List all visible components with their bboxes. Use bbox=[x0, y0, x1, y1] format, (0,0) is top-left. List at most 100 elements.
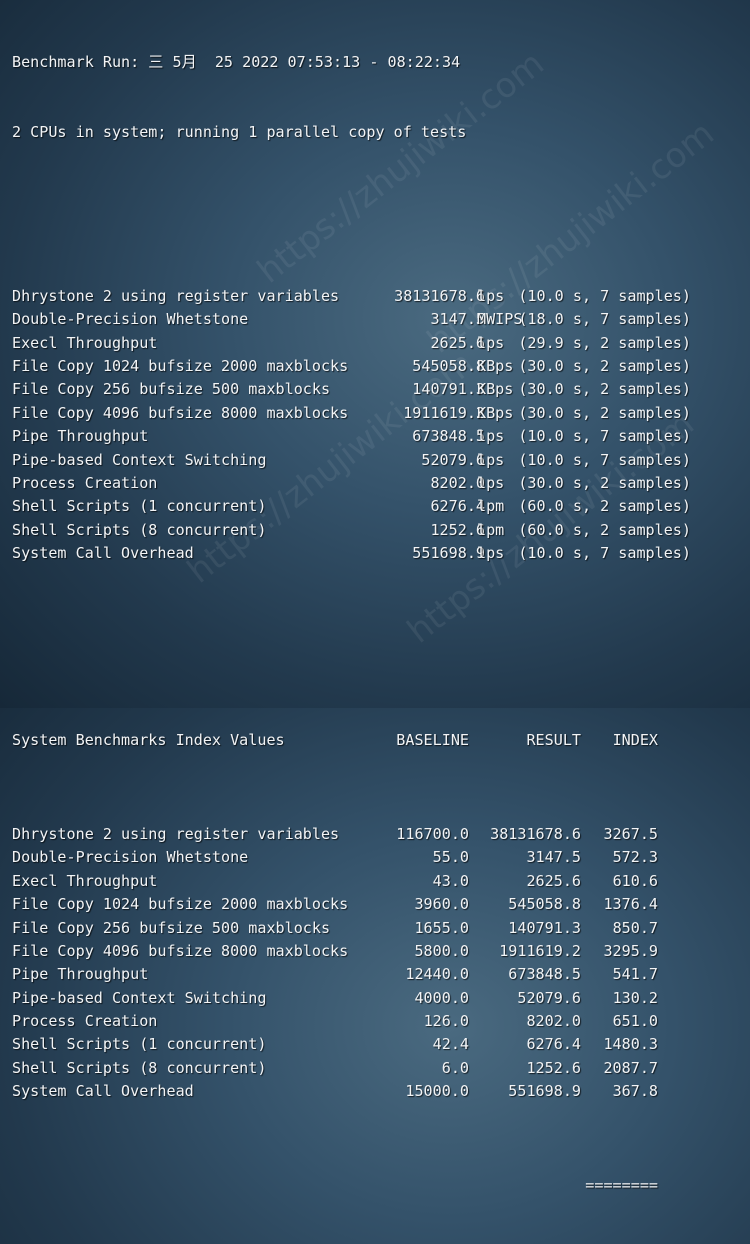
index-test-name: Execl Throughput bbox=[12, 871, 158, 890]
result-row: Shell Scripts (8 concurrent) 1252.6 lpm (60… bbox=[12, 519, 742, 542]
index-test-name: File Copy 4096 bufsize 8000 maxblocks bbox=[12, 941, 349, 960]
index-baseline: 3960.0 bbox=[414, 895, 469, 914]
result-timing: (60.0 s, 2 samples) bbox=[518, 520, 691, 539]
index-test-name: Pipe Throughput bbox=[12, 965, 149, 984]
result-timing: (30.0 s, 2 samples) bbox=[518, 403, 691, 422]
result-test-name: Pipe Throughput bbox=[12, 427, 149, 446]
result-unit: lps bbox=[477, 286, 505, 305]
index-baseline: 4000.0 bbox=[414, 988, 469, 1007]
result-test-name: System Call Overhead bbox=[12, 544, 194, 563]
index-row: Shell Scripts (1 concurrent) 42.4 6276.4 14… bbox=[12, 1033, 742, 1056]
index-baseline: 15000.0 bbox=[405, 1082, 469, 1101]
result-timing: (29.9 s, 2 samples) bbox=[518, 333, 691, 352]
index-header-row: System Benchmarks Index Values BASELINE … bbox=[12, 729, 742, 752]
index-row: File Copy 4096 bufsize 8000 maxblocks 580… bbox=[12, 940, 742, 963]
index-value: 1376.4 bbox=[603, 895, 658, 914]
result-test-name: File Copy 1024 bufsize 2000 maxblocks bbox=[12, 357, 349, 375]
index-baseline: 1655.0 bbox=[414, 918, 469, 937]
cpu-info-line: 2 CPUs in system; running 1 parallel cop… bbox=[12, 123, 467, 142]
index-baseline: 42.4 bbox=[432, 1035, 469, 1054]
index-result: 2625.6 bbox=[526, 871, 581, 890]
index-result: 38131678.6 bbox=[490, 824, 581, 843]
result-unit: KBps bbox=[477, 357, 514, 375]
index-value: 130.2 bbox=[612, 988, 658, 1007]
result-timing: (60.0 s, 2 samples) bbox=[518, 497, 691, 516]
index-value: 3267.5 bbox=[603, 824, 658, 843]
result-timing: (30.0 s, 2 samples) bbox=[518, 473, 691, 492]
result-unit: MWIPS bbox=[477, 310, 523, 329]
result-test-name: File Copy 4096 bufsize 8000 maxblocks bbox=[12, 403, 349, 422]
result-test-name: Execl Throughput bbox=[12, 333, 158, 352]
index-value: 2087.7 bbox=[603, 1058, 658, 1077]
index-value: 572.3 bbox=[612, 848, 658, 867]
terminal-output[interactable]: Benchmark Run: 三 5月 25 2022 07:53:13 - 0… bbox=[12, 4, 742, 1194]
result-value: 551698.9 bbox=[412, 544, 485, 563]
index-row: File Copy 256 bufsize 500 maxblocks 1655.… bbox=[12, 917, 742, 940]
index-result: 673848.5 bbox=[508, 965, 581, 984]
index-row: File Copy 1024 bufsize 2000 maxblocks 396… bbox=[12, 893, 742, 916]
result-row: Execl Throughput 2625.6 lps (29.9 s, 2 samp… bbox=[12, 332, 742, 355]
index-result: 140791.3 bbox=[508, 918, 581, 937]
result-unit: KBps bbox=[477, 380, 514, 399]
index-test-name: File Copy 256 bufsize 500 maxblocks bbox=[12, 918, 331, 937]
index-baseline: 126.0 bbox=[423, 1012, 469, 1031]
index-row: Shell Scripts (8 concurrent) 6.0 1252.6 208… bbox=[12, 1057, 742, 1080]
index-row: Pipe-based Context Switching 4000.0 52079.… bbox=[12, 987, 742, 1010]
index-row: Execl Throughput 43.0 2625.6 610.6 bbox=[12, 870, 742, 893]
index-result: 1252.6 bbox=[526, 1058, 581, 1077]
result-unit: lps bbox=[477, 544, 505, 563]
result-unit: lps bbox=[477, 450, 505, 469]
index-value: 541.7 bbox=[612, 965, 658, 984]
index-table-block: Dhrystone 2 using register variables 1167… bbox=[12, 823, 742, 1104]
index-test-name: Pipe-based Context Switching bbox=[12, 988, 267, 1007]
result-timing: (10.0 s, 7 samples) bbox=[518, 427, 691, 446]
result-test-name: File Copy 256 bufsize 500 maxblocks bbox=[12, 380, 331, 399]
index-separator: ======== bbox=[585, 1175, 658, 1194]
index-table-title: System Benchmarks Index Values bbox=[12, 731, 285, 750]
index-result: 545058.8 bbox=[508, 895, 581, 914]
index-result: 551698.9 bbox=[508, 1082, 581, 1101]
index-row: Pipe Throughput 12440.0 673848.5 541.7 bbox=[12, 963, 742, 986]
result-value: 673848.5 bbox=[412, 427, 485, 446]
result-unit: lpm bbox=[477, 520, 505, 539]
index-test-name: Shell Scripts (8 concurrent) bbox=[12, 1058, 267, 1077]
result-unit: lps bbox=[477, 473, 505, 492]
result-column-header: RESULT bbox=[526, 731, 581, 750]
index-baseline: 116700.0 bbox=[396, 824, 469, 843]
result-row: Process Creation 8202.0 lps (30.0 s, 2 samp… bbox=[12, 472, 742, 495]
result-test-name: Shell Scripts (8 concurrent) bbox=[12, 520, 267, 539]
benchmark-run-line: Benchmark Run: 三 5月 25 2022 07:53:13 - 0… bbox=[12, 52, 461, 71]
result-row: Shell Scripts (1 concurrent) 6276.4 lpm (60… bbox=[12, 495, 742, 518]
result-row: File Copy 1024 bufsize 2000 maxblocks 545… bbox=[12, 355, 742, 378]
index-value: 850.7 bbox=[612, 918, 658, 937]
index-baseline: 5800.0 bbox=[414, 941, 469, 960]
index-test-name: System Call Overhead bbox=[12, 1082, 194, 1101]
index-result: 52079.6 bbox=[517, 988, 581, 1007]
result-row: Dhrystone 2 using register variables 3813… bbox=[12, 285, 742, 308]
index-test-name: File Copy 1024 bufsize 2000 maxblocks bbox=[12, 895, 349, 914]
index-value: 3295.9 bbox=[603, 941, 658, 960]
index-row: Double-Precision Whetstone 55.0 3147.5 572.… bbox=[12, 846, 742, 869]
result-test-name: Shell Scripts (1 concurrent) bbox=[12, 497, 267, 516]
index-value: 1480.3 bbox=[603, 1035, 658, 1054]
result-row: Double-Precision Whetstone 3147.5 MWIPS (18… bbox=[12, 308, 742, 331]
index-value: 651.0 bbox=[612, 1012, 658, 1031]
index-row: Dhrystone 2 using register variables 1167… bbox=[12, 823, 742, 846]
result-timing: (18.0 s, 7 samples) bbox=[518, 310, 691, 329]
result-timing: (30.0 s, 2 samples) bbox=[518, 380, 691, 399]
index-test-name: Double-Precision Whetstone bbox=[12, 848, 249, 867]
result-row: System Call Overhead 551698.9 lps (10.0 s, … bbox=[12, 542, 742, 565]
result-row: Pipe Throughput 673848.5 lps (10.0 s, 7 sam… bbox=[12, 425, 742, 448]
result-value: 140791.3 bbox=[412, 380, 485, 399]
index-baseline: 12440.0 bbox=[405, 965, 469, 984]
result-value: 545058.8 bbox=[412, 357, 485, 375]
result-timing: (10.0 s, 7 samples) bbox=[518, 450, 691, 469]
index-result: 6276.4 bbox=[526, 1035, 581, 1054]
result-row: File Copy 4096 bufsize 8000 maxblocks 191… bbox=[12, 402, 742, 425]
index-test-name: Shell Scripts (1 concurrent) bbox=[12, 1035, 267, 1054]
result-test-name: Dhrystone 2 using register variables bbox=[12, 286, 340, 305]
results-block: Dhrystone 2 using register variables 3813… bbox=[12, 285, 742, 566]
result-timing: (10.0 s, 7 samples) bbox=[518, 286, 691, 305]
